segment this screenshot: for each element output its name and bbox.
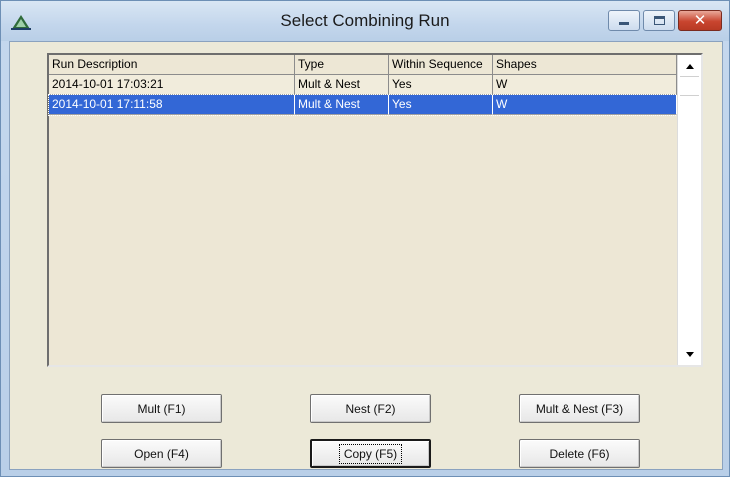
maximize-button[interactable] bbox=[643, 10, 675, 31]
scroll-up-button[interactable] bbox=[680, 57, 699, 75]
mult-button-label: Mult (F1) bbox=[137, 401, 186, 416]
close-icon: ✕ bbox=[693, 12, 707, 29]
column-header-within-sequence[interactable]: Within Sequence bbox=[389, 55, 493, 75]
table-row[interactable]: 2014-10-01 17:03:21 Mult & Nest Yes W bbox=[49, 75, 677, 95]
copy-button-label: Copy (F5) bbox=[338, 443, 403, 464]
cell-within-sequence: Yes bbox=[389, 95, 493, 115]
mult-nest-button[interactable]: Mult & Nest (F3) bbox=[519, 394, 640, 423]
dialog-window: Select Combining Run ✕ Run Description T… bbox=[0, 0, 730, 477]
arrow-up-icon bbox=[685, 63, 694, 69]
open-button-label: Open (F4) bbox=[134, 446, 189, 461]
copy-button[interactable]: Copy (F5) bbox=[310, 439, 431, 468]
column-header-shapes[interactable]: Shapes bbox=[493, 55, 677, 75]
arrow-down-icon bbox=[685, 351, 694, 357]
column-header-type[interactable]: Type bbox=[295, 55, 389, 75]
delete-button[interactable]: Delete (F6) bbox=[519, 439, 640, 468]
caption-buttons: ✕ bbox=[605, 10, 722, 32]
mult-nest-button-label: Mult & Nest (F3) bbox=[535, 401, 624, 416]
minimize-icon bbox=[619, 22, 629, 25]
close-button[interactable]: ✕ bbox=[678, 10, 722, 31]
dialog-client-area: Run Description Type Within Sequence Sha… bbox=[9, 41, 723, 470]
cell-within-sequence: Yes bbox=[389, 75, 493, 95]
runs-grid[interactable]: Run Description Type Within Sequence Sha… bbox=[47, 53, 703, 367]
cell-shapes: W bbox=[493, 95, 677, 115]
scroll-down-button[interactable] bbox=[680, 345, 699, 363]
cell-type: Mult & Nest bbox=[295, 75, 389, 95]
minimize-button[interactable] bbox=[608, 10, 640, 31]
nest-button[interactable]: Nest (F2) bbox=[310, 394, 431, 423]
grid-body: Run Description Type Within Sequence Sha… bbox=[48, 55, 678, 365]
vertical-scrollbar[interactable] bbox=[677, 55, 701, 365]
grid-header-row: Run Description Type Within Sequence Sha… bbox=[49, 55, 677, 75]
delete-button-label: Delete (F6) bbox=[549, 446, 610, 461]
cell-run-description: 2014-10-01 17:03:21 bbox=[49, 75, 295, 95]
title-bar[interactable]: Select Combining Run ✕ bbox=[1, 1, 729, 41]
mult-button[interactable]: Mult (F1) bbox=[101, 394, 222, 423]
table-row-selected[interactable]: 2014-10-01 17:11:58 Mult & Nest Yes W bbox=[48, 94, 678, 116]
maximize-icon bbox=[653, 16, 665, 25]
column-header-run-description[interactable]: Run Description bbox=[49, 55, 295, 75]
open-button[interactable]: Open (F4) bbox=[101, 439, 222, 468]
cell-type: Mult & Nest bbox=[295, 95, 389, 115]
nest-button-label: Nest (F2) bbox=[345, 401, 396, 416]
scroll-thumb[interactable] bbox=[680, 76, 699, 96]
cell-run-description: 2014-10-01 17:11:58 bbox=[49, 95, 295, 115]
cell-shapes: W bbox=[493, 75, 677, 95]
